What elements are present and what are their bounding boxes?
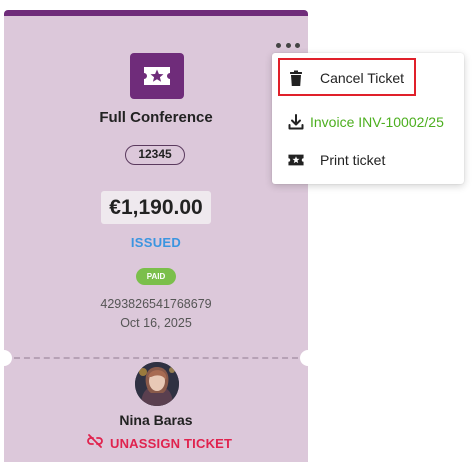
download-icon [288, 113, 304, 131]
ticket-star-icon [130, 53, 184, 99]
ticket-status: ISSUED [130, 235, 182, 250]
unassign-ticket-button[interactable]: UNASSIGN TICKET [86, 433, 233, 453]
ticket-notch-left [0, 350, 12, 366]
ticket-price: €1,190.00 [101, 191, 211, 224]
menu-item-label: Invoice INV-10002/25 [310, 114, 444, 130]
ticket-code-badge: 12345 [125, 145, 185, 165]
ticket-card: Full Conference 12345 €1,190.00 ISSUED P… [0, 10, 316, 462]
unlink-icon [86, 433, 104, 453]
menu-item-label: Print ticket [320, 152, 386, 168]
menu-item-label: Cancel Ticket [320, 70, 405, 86]
trash-icon [288, 69, 304, 87]
more-options-icon[interactable] [276, 38, 300, 52]
ticket-name: Full Conference [99, 109, 213, 126]
ticket-number: 4293826541768679 [100, 297, 212, 311]
menu-item-invoice[interactable]: Invoice INV-10002/25 [272, 104, 464, 140]
payment-status-badge: PAID [136, 268, 176, 285]
ticket-notch-right [300, 350, 316, 366]
ticket-holder-name: Nina Baras [119, 412, 193, 428]
menu-item-cancel-ticket[interactable]: Cancel Ticket [272, 60, 464, 96]
avatar [135, 362, 179, 406]
ticket-tear-line [14, 357, 298, 359]
page: Full Conference 12345 €1,190.00 ISSUED P… [0, 0, 473, 466]
ticket-star-icon [288, 151, 304, 169]
ticket-actions-menu: Cancel Ticket Invoice INV-10002/25 Print… [272, 53, 464, 184]
unassign-ticket-label: UNASSIGN TICKET [110, 435, 233, 451]
ticket-date: Oct 16, 2025 [120, 316, 192, 330]
menu-item-print-ticket[interactable]: Print ticket [272, 142, 464, 178]
